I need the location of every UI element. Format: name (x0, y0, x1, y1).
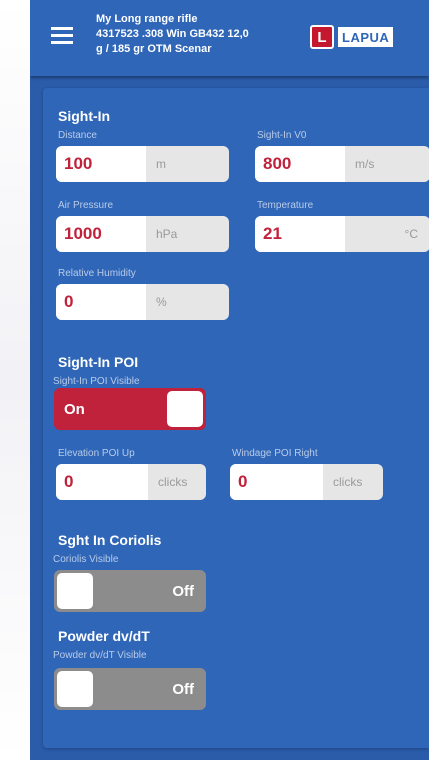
powder-visible-toggle[interactable]: Off (54, 668, 206, 710)
poi-visible-label: Sight-In POI Visible (53, 376, 140, 387)
poi-visible-toggle[interactable]: On (54, 388, 206, 430)
lapua-logo-text: LAPUA (338, 27, 394, 47)
humidity-unit: % (156, 295, 167, 309)
windage-label: Windage POI Right (232, 448, 318, 459)
humidity-value[interactable]: 0 (56, 284, 146, 320)
air-pressure-unit: hPa (156, 227, 178, 241)
elevation-field[interactable]: 0 clicks (56, 464, 206, 500)
air-pressure-label: Air Pressure (58, 200, 114, 211)
humidity-field[interactable]: 0 % (56, 284, 229, 320)
coriolis-visible-label: Coriolis Visible (53, 554, 119, 565)
section-title-powder: Powder dv/dT (58, 628, 150, 644)
poi-visible-state: On (64, 400, 85, 418)
lapua-logo-mark: L (310, 25, 334, 49)
v0-label: Sight-In V0 (257, 130, 307, 141)
elevation-value[interactable]: 0 (56, 464, 148, 500)
toggle-knob (57, 573, 93, 609)
v0-unit: m/s (355, 157, 375, 171)
temperature-value[interactable]: 21 (255, 216, 345, 252)
section-title-sight-in-poi: Sight-In POI (58, 354, 139, 370)
windage-value[interactable]: 0 (230, 464, 323, 500)
settings-card: Sight-In Distance 100 m Sight-In V0 800 … (43, 88, 429, 748)
app-screen: My Long range rifle 4317523 .308 Win GB4… (30, 0, 429, 760)
rifle-name: My Long range rifle (96, 13, 198, 25)
toggle-knob (167, 391, 203, 427)
section-title-coriolis: Sght In Coriolis (58, 532, 162, 548)
menu-icon[interactable] (51, 27, 73, 45)
coriolis-visible-state: Off (172, 582, 194, 600)
powder-visible-state: Off (172, 680, 194, 698)
v0-field[interactable]: 800 m/s (255, 146, 429, 182)
coriolis-visible-toggle[interactable]: Off (54, 570, 206, 612)
temperature-unit: °C (404, 227, 418, 241)
rifle-title: My Long range rifle 4317523 .308 Win GB4… (96, 12, 296, 57)
elevation-label: Elevation POI Up (58, 448, 135, 459)
temperature-field[interactable]: 21 °C (255, 216, 429, 252)
powder-visible-label: Powder dv/dT Visible (53, 650, 147, 661)
distance-label: Distance (58, 130, 97, 141)
section-title-sight-in: Sight-In (58, 108, 111, 124)
distance-unit: m (156, 157, 166, 171)
app-header: My Long range rifle 4317523 .308 Win GB4… (30, 0, 429, 76)
distance-value[interactable]: 100 (56, 146, 146, 182)
lapua-logo: L LAPUA (310, 25, 429, 49)
rifle-bullet: g / 185 gr OTM Scenar (96, 43, 212, 55)
air-pressure-value[interactable]: 1000 (56, 216, 146, 252)
v0-value[interactable]: 800 (255, 146, 345, 182)
windage-unit: clicks (333, 475, 363, 489)
elevation-unit: clicks (158, 475, 188, 489)
page-background (0, 0, 30, 760)
temperature-label: Temperature (257, 200, 314, 211)
toggle-knob (57, 671, 93, 707)
windage-field[interactable]: 0 clicks (230, 464, 383, 500)
rifle-cartridge: 4317523 .308 Win GB432 12,0 (96, 28, 249, 40)
air-pressure-field[interactable]: 1000 hPa (56, 216, 229, 252)
distance-field[interactable]: 100 m (56, 146, 229, 182)
humidity-label: Relative Humidity (58, 268, 136, 279)
